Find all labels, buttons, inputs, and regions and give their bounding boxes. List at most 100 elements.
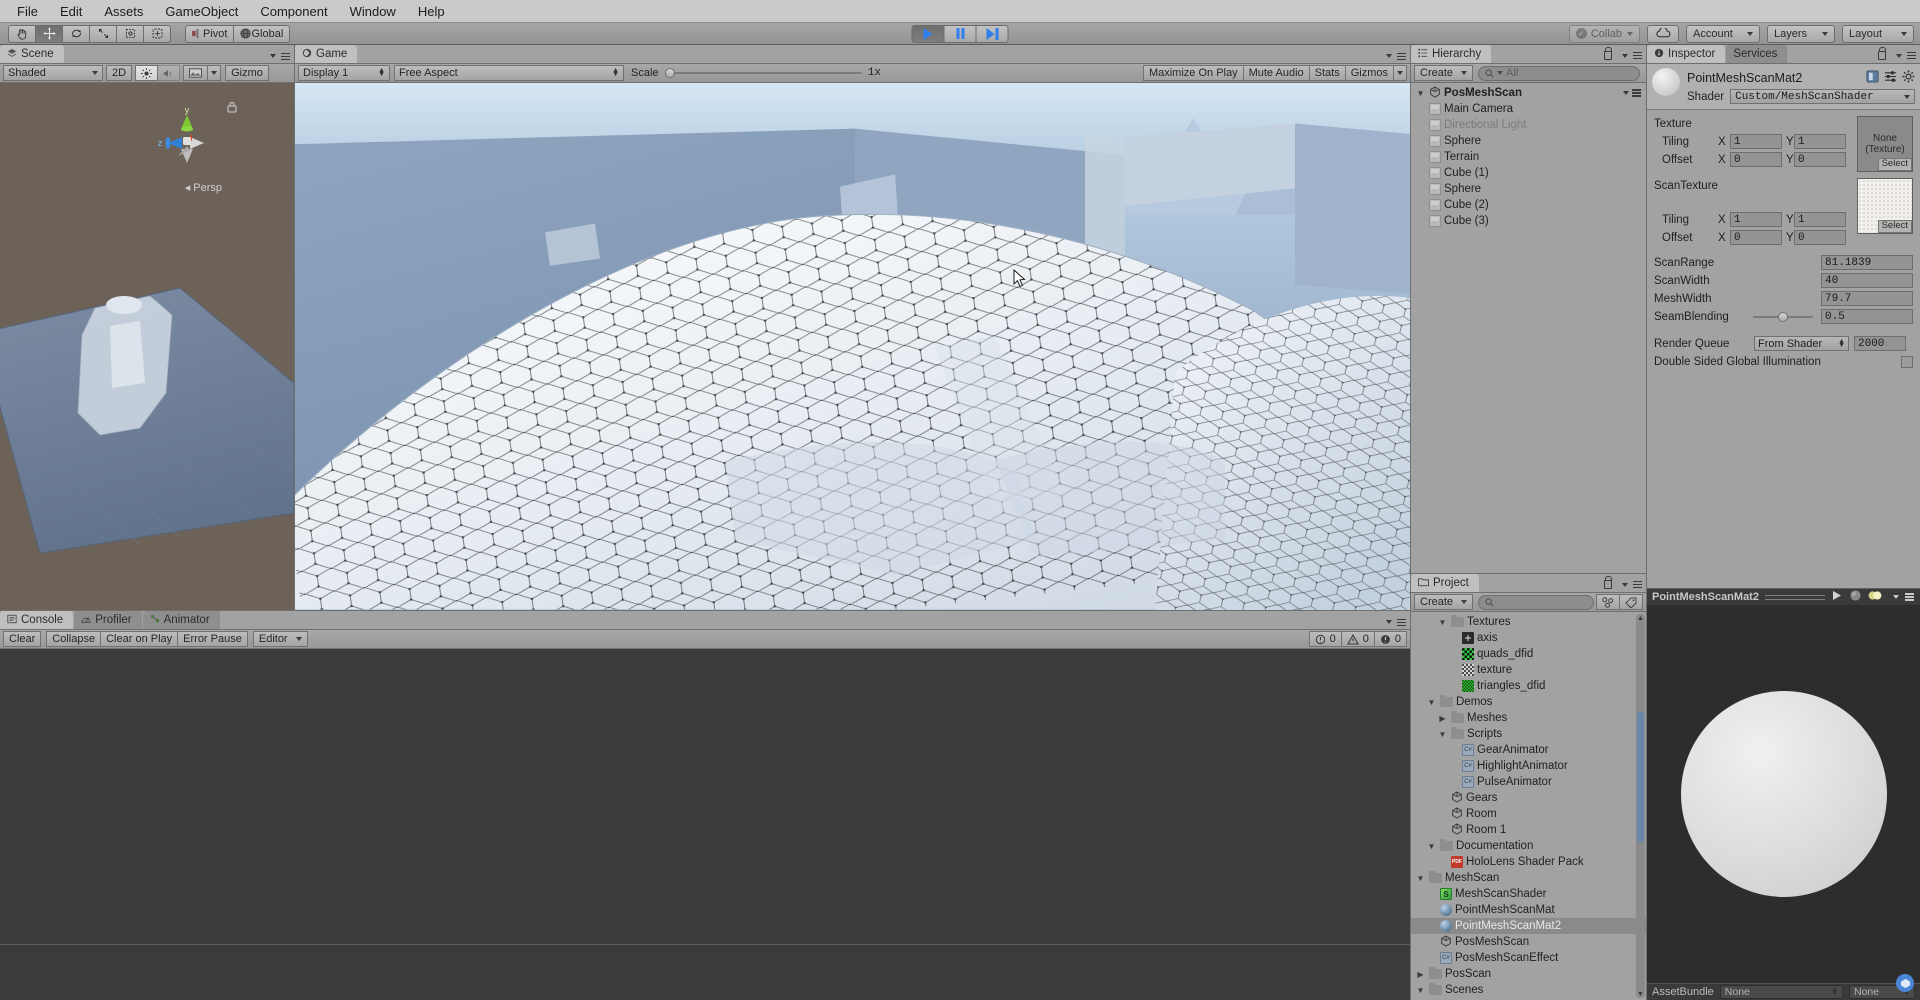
pivot-toggle[interactable]: Pivot: [185, 24, 235, 43]
project-item[interactable]: C# GearAnimator: [1411, 742, 1646, 758]
project-item[interactable]: S MeshScanShader: [1411, 886, 1646, 902]
step-button[interactable]: [975, 24, 1009, 43]
effects-dropdown[interactable]: [207, 65, 222, 81]
scene-projection-label[interactable]: ◂ Persp: [185, 181, 222, 195]
hierarchy-item-cube-1[interactable]: Cube (1): [1411, 165, 1646, 181]
console-log-area[interactable]: [0, 649, 1410, 1000]
twisty-open-icon[interactable]: ▼: [1426, 842, 1437, 851]
lock-icon[interactable]: [1604, 576, 1613, 589]
shading-mode-dropdown[interactable]: Shaded: [3, 65, 103, 81]
project-item[interactable]: PointMeshScanMat: [1411, 902, 1646, 918]
tab-console[interactable]: Console: [0, 611, 74, 629]
assetbundle-dropdown[interactable]: None ▲ ▼: [1719, 985, 1843, 999]
hierarchy-tab-options[interactable]: [1604, 47, 1642, 60]
project-item[interactable]: C# HighlightAnimator: [1411, 758, 1646, 774]
error-count-toggle[interactable]: 0: [1373, 631, 1407, 647]
twisty-open-icon[interactable]: ▼: [1437, 730, 1448, 739]
scroll-up-icon[interactable]: ▲: [1637, 614, 1644, 622]
project-item[interactable]: triangles_dfid: [1411, 678, 1646, 694]
shader-dropdown[interactable]: Custom/MeshScanShader: [1730, 89, 1915, 104]
menu-item-edit[interactable]: Edit: [49, 2, 93, 21]
scene-tab-options[interactable]: [265, 52, 290, 60]
project-search-input[interactable]: [1478, 594, 1594, 610]
hierarchy-item-sphere-1[interactable]: Sphere: [1411, 133, 1646, 149]
tab-animator[interactable]: Animator: [142, 611, 220, 629]
maximize-on-play-toggle[interactable]: Maximize On Play: [1142, 65, 1244, 81]
tab-hierarchy[interactable]: Hierarchy: [1411, 45, 1492, 63]
hierarchy-create-button[interactable]: Create: [1414, 65, 1474, 81]
project-item[interactable]: axis: [1411, 630, 1646, 646]
clear-button[interactable]: Clear: [3, 631, 42, 647]
inspector-tab-options[interactable]: [1878, 47, 1916, 60]
hierarchy-item-cube-3[interactable]: Cube (3): [1411, 213, 1646, 229]
meshwidth-input[interactable]: 79.7: [1821, 291, 1913, 306]
project-item[interactable]: Gears: [1411, 790, 1646, 806]
rotate-tool-icon[interactable]: [62, 24, 90, 43]
lock-icon[interactable]: [1878, 47, 1887, 60]
project-tab-options[interactable]: [1604, 576, 1642, 589]
preview-grip[interactable]: [1764, 594, 1825, 600]
console-tab-options[interactable]: [1381, 618, 1406, 626]
tab-services[interactable]: Services: [1726, 45, 1788, 63]
editor-dropdown[interactable]: Editor: [252, 631, 308, 647]
menu-item-gameobject[interactable]: GameObject: [154, 2, 249, 21]
menu-icon[interactable]: [1904, 593, 1914, 601]
assetbundle-badge-icon[interactable]: [1896, 974, 1914, 992]
menu-item-help[interactable]: Help: [407, 2, 456, 21]
project-item[interactable]: ▶ Meshes: [1411, 710, 1646, 726]
play-button[interactable]: [911, 24, 945, 43]
tab-profiler[interactable]: Profiler: [74, 611, 142, 629]
scene-lock-icon[interactable]: [227, 101, 237, 116]
game-viewport[interactable]: [295, 83, 1410, 610]
cloud-button[interactable]: [1647, 24, 1679, 43]
display-dropdown[interactable]: Display 1 ▲ ▼: [298, 65, 390, 81]
texture-tiling-y-input[interactable]: 1: [1794, 134, 1846, 149]
menu-item-window[interactable]: Window: [339, 2, 407, 21]
scale-tool-icon[interactable]: [89, 24, 117, 43]
error-pause-button[interactable]: Error Pause: [177, 631, 248, 647]
menu-icon[interactable]: [1632, 89, 1641, 97]
hierarchy-item-directional-light[interactable]: Directional Light: [1411, 117, 1646, 133]
texture-tiling-x-input[interactable]: 1: [1730, 134, 1782, 149]
render-queue-value-input[interactable]: 2000: [1854, 336, 1906, 351]
menu-item-file[interactable]: File: [6, 2, 49, 21]
twisty-closed-icon[interactable]: ▶: [1415, 970, 1426, 979]
project-item[interactable]: C# PulseAnimator: [1411, 774, 1646, 790]
project-item[interactable]: ▼ Documentation: [1411, 838, 1646, 854]
project-create-button[interactable]: Create: [1414, 594, 1474, 610]
gizmos-dropdown-scene[interactable]: Gizmo: [225, 65, 269, 81]
project-item[interactable]: ▼ MeshScan: [1411, 870, 1646, 886]
preview-play-icon[interactable]: [1831, 590, 1843, 604]
hierarchy-item-cube-2[interactable]: Cube (2): [1411, 197, 1646, 213]
project-item[interactable]: texture: [1411, 662, 1646, 678]
scene-viewport[interactable]: y z ◂ Persp: [0, 83, 294, 610]
clear-on-play-button[interactable]: Clear on Play: [100, 631, 179, 647]
scanrange-input[interactable]: 81.1839: [1821, 255, 1913, 270]
twisty-open-icon[interactable]: ▼: [1426, 698, 1437, 707]
gizmos-dropdown-game[interactable]: [1393, 65, 1407, 81]
stats-toggle[interactable]: Stats: [1308, 65, 1346, 81]
scale-slider[interactable]: Scale 1x: [631, 67, 881, 79]
scantexture-offset-y-input[interactable]: 0: [1794, 230, 1846, 245]
layers-dropdown[interactable]: Layers: [1767, 24, 1835, 43]
project-item[interactable]: PointMeshScanMat2: [1411, 918, 1646, 934]
scantexture-offset-x-input[interactable]: 0: [1730, 230, 1782, 245]
collapse-button[interactable]: Collapse: [46, 631, 102, 647]
filter-by-type-button[interactable]: [1596, 594, 1620, 610]
toggle-2d[interactable]: 2D: [106, 65, 133, 81]
aspect-dropdown[interactable]: Free Aspect ▲ ▼: [394, 65, 624, 81]
preview-sphere-icon[interactable]: [1849, 589, 1862, 605]
scale-slider-knob[interactable]: [664, 68, 675, 78]
open-prefab-icon[interactable]: [1866, 70, 1879, 86]
project-item[interactable]: PosMeshScan: [1411, 934, 1646, 950]
tab-inspector[interactable]: Inspector: [1647, 45, 1726, 63]
project-item[interactable]: PDF HoloLens Shader Pack: [1411, 854, 1646, 870]
seamblending-input[interactable]: 0.5: [1821, 309, 1913, 324]
warning-count-toggle[interactable]: 0: [1340, 631, 1375, 647]
project-scroll-thumb[interactable]: [1637, 712, 1644, 842]
preview-viewport[interactable]: [1647, 605, 1920, 983]
hierarchy-item-sphere-2[interactable]: Sphere: [1411, 181, 1646, 197]
scantexture-select-button[interactable]: Select: [1877, 220, 1912, 233]
hierarchy-root-item[interactable]: ▼ PosMeshScan: [1411, 85, 1646, 101]
mute-audio-toggle[interactable]: Mute Audio: [1242, 65, 1310, 81]
